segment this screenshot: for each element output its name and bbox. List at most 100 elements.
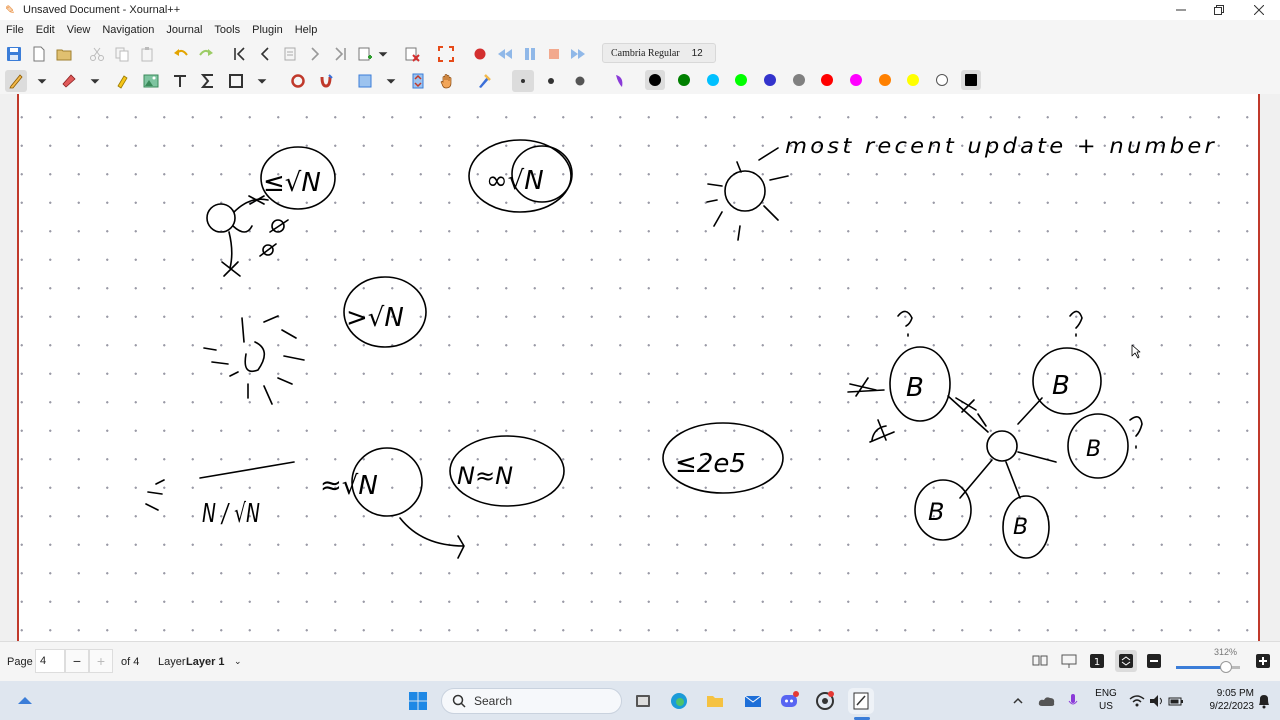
fullscreen-button[interactable] [435, 43, 457, 65]
menu-help[interactable]: Help [295, 24, 318, 36]
menu-view[interactable]: View [67, 24, 91, 36]
start-button[interactable] [405, 688, 431, 714]
volume-button[interactable] [1148, 688, 1166, 714]
layer-dropdown-icon[interactable]: ⌄ [234, 656, 242, 667]
journal-page[interactable]: ≤√N ∞√N >√N ≈√N N≈N ≤2e5 B B B B B N / √… [17, 94, 1260, 641]
color-light-green[interactable] [735, 74, 747, 86]
first-page-button[interactable] [229, 43, 251, 65]
xournalpp-taskbar-button[interactable] [848, 688, 874, 714]
pen-dropdown[interactable] [35, 70, 49, 92]
restore-button[interactable] [1200, 0, 1238, 20]
notifications-button[interactable] [1254, 688, 1274, 714]
medium-stroke-button[interactable] [540, 70, 562, 92]
zoom-slider-handle[interactable] [1220, 661, 1232, 673]
vertical-space-tool-button[interactable] [407, 70, 429, 92]
hand-tool-button[interactable] [436, 70, 458, 92]
eraser-dropdown[interactable] [88, 70, 102, 92]
color-orange[interactable] [879, 74, 891, 86]
zoom-in-button[interactable] [1252, 650, 1274, 672]
zoom-out-button[interactable] [1143, 650, 1165, 672]
two-pages-button[interactable] [1029, 650, 1051, 672]
paste-button[interactable] [136, 43, 158, 65]
goto-page-button[interactable] [279, 43, 301, 65]
color-green[interactable] [678, 74, 690, 86]
discord-button[interactable] [776, 688, 802, 714]
highlighter-tool-button[interactable] [111, 70, 133, 92]
region-indicator[interactable]: US [1093, 701, 1119, 712]
image-tool-button[interactable] [140, 70, 162, 92]
open-button[interactable] [53, 43, 75, 65]
tray-overflow-button[interactable] [1008, 688, 1028, 714]
battery-button[interactable] [1167, 688, 1185, 714]
forward-button[interactable] [567, 43, 589, 65]
minimize-button[interactable] [1162, 0, 1200, 20]
latex-tool-button[interactable] [197, 70, 219, 92]
pen-tool-button[interactable] [5, 70, 27, 92]
zoom-fit-button[interactable] [1115, 650, 1137, 672]
zoom-100-button[interactable]: 1 [1086, 650, 1108, 672]
undo-button[interactable] [170, 43, 192, 65]
ruler-tool-button[interactable] [287, 70, 309, 92]
color-black[interactable] [649, 74, 661, 86]
delete-page-button[interactable] [401, 43, 423, 65]
menu-plugin[interactable]: Plugin [252, 24, 283, 36]
close-button[interactable] [1240, 0, 1278, 20]
task-view-button[interactable] [630, 688, 656, 714]
color-red[interactable] [821, 74, 833, 86]
fill-toggle-button[interactable] [607, 70, 629, 92]
chrome-button[interactable] [812, 688, 838, 714]
eraser-tool-button[interactable] [58, 70, 80, 92]
onedrive-button[interactable] [1036, 688, 1058, 714]
previous-page-button[interactable] [254, 43, 276, 65]
magnet-tool-button[interactable] [315, 70, 337, 92]
next-page-button[interactable] [304, 43, 326, 65]
edge-button[interactable] [666, 688, 692, 714]
color-white[interactable] [936, 74, 948, 86]
shape-dropdown[interactable] [255, 70, 269, 92]
new-document-button[interactable] [28, 43, 50, 65]
wifi-button[interactable] [1128, 688, 1146, 714]
menu-navigation[interactable]: Navigation [102, 24, 154, 36]
color-gray[interactable] [793, 74, 805, 86]
thick-stroke-button[interactable] [569, 70, 591, 92]
page-number-input[interactable]: 4 [35, 649, 65, 673]
system-clock[interactable]: 9:05 PM 9/22/2023 [1188, 687, 1255, 713]
current-color-indicator[interactable] [965, 74, 977, 86]
page-increment-button[interactable]: + [89, 649, 113, 673]
stop-button[interactable] [543, 43, 565, 65]
color-magenta[interactable] [850, 74, 862, 86]
language-indicator[interactable]: ENG [1093, 688, 1119, 699]
menu-file[interactable]: File [6, 24, 24, 36]
taskbar-search[interactable]: Search [441, 688, 622, 714]
canvas-area[interactable]: ≤√N ∞√N >√N ≈√N N≈N ≤2e5 B B B B B N / √… [0, 94, 1280, 641]
text-tool-button[interactable] [169, 70, 191, 92]
microphone-button[interactable] [1063, 688, 1083, 714]
menu-edit[interactable]: Edit [36, 24, 55, 36]
presentation-mode-button[interactable] [1058, 650, 1080, 672]
save-button[interactable] [3, 43, 25, 65]
color-yellow[interactable] [907, 74, 919, 86]
copy-button[interactable] [111, 43, 133, 65]
page-decrement-button[interactable]: − [65, 649, 89, 673]
menu-journal[interactable]: Journal [166, 24, 202, 36]
font-selector-button[interactable]: Cambria Regular 12 [602, 43, 716, 63]
widgets-button[interactable] [12, 688, 38, 714]
folder-button[interactable] [702, 688, 728, 714]
last-page-button[interactable] [329, 43, 351, 65]
shape-tool-button[interactable] [225, 70, 247, 92]
thin-stroke-button[interactable] [512, 70, 534, 92]
mail-button[interactable] [740, 688, 766, 714]
pause-button[interactable] [519, 43, 541, 65]
rewind-button[interactable] [494, 43, 516, 65]
redo-button[interactable] [195, 43, 217, 65]
menu-tools[interactable]: Tools [214, 24, 240, 36]
record-button[interactable] [469, 43, 491, 65]
play-object-tool-button[interactable] [473, 70, 495, 92]
layer-select[interactable]: Layer 1 [186, 656, 225, 668]
color-blue[interactable] [764, 74, 776, 86]
select-dropdown[interactable] [384, 70, 398, 92]
new-page-dropdown[interactable] [376, 43, 390, 65]
select-rect-tool-button[interactable] [354, 70, 376, 92]
cut-button[interactable] [86, 43, 108, 65]
color-light-blue[interactable] [707, 74, 719, 86]
